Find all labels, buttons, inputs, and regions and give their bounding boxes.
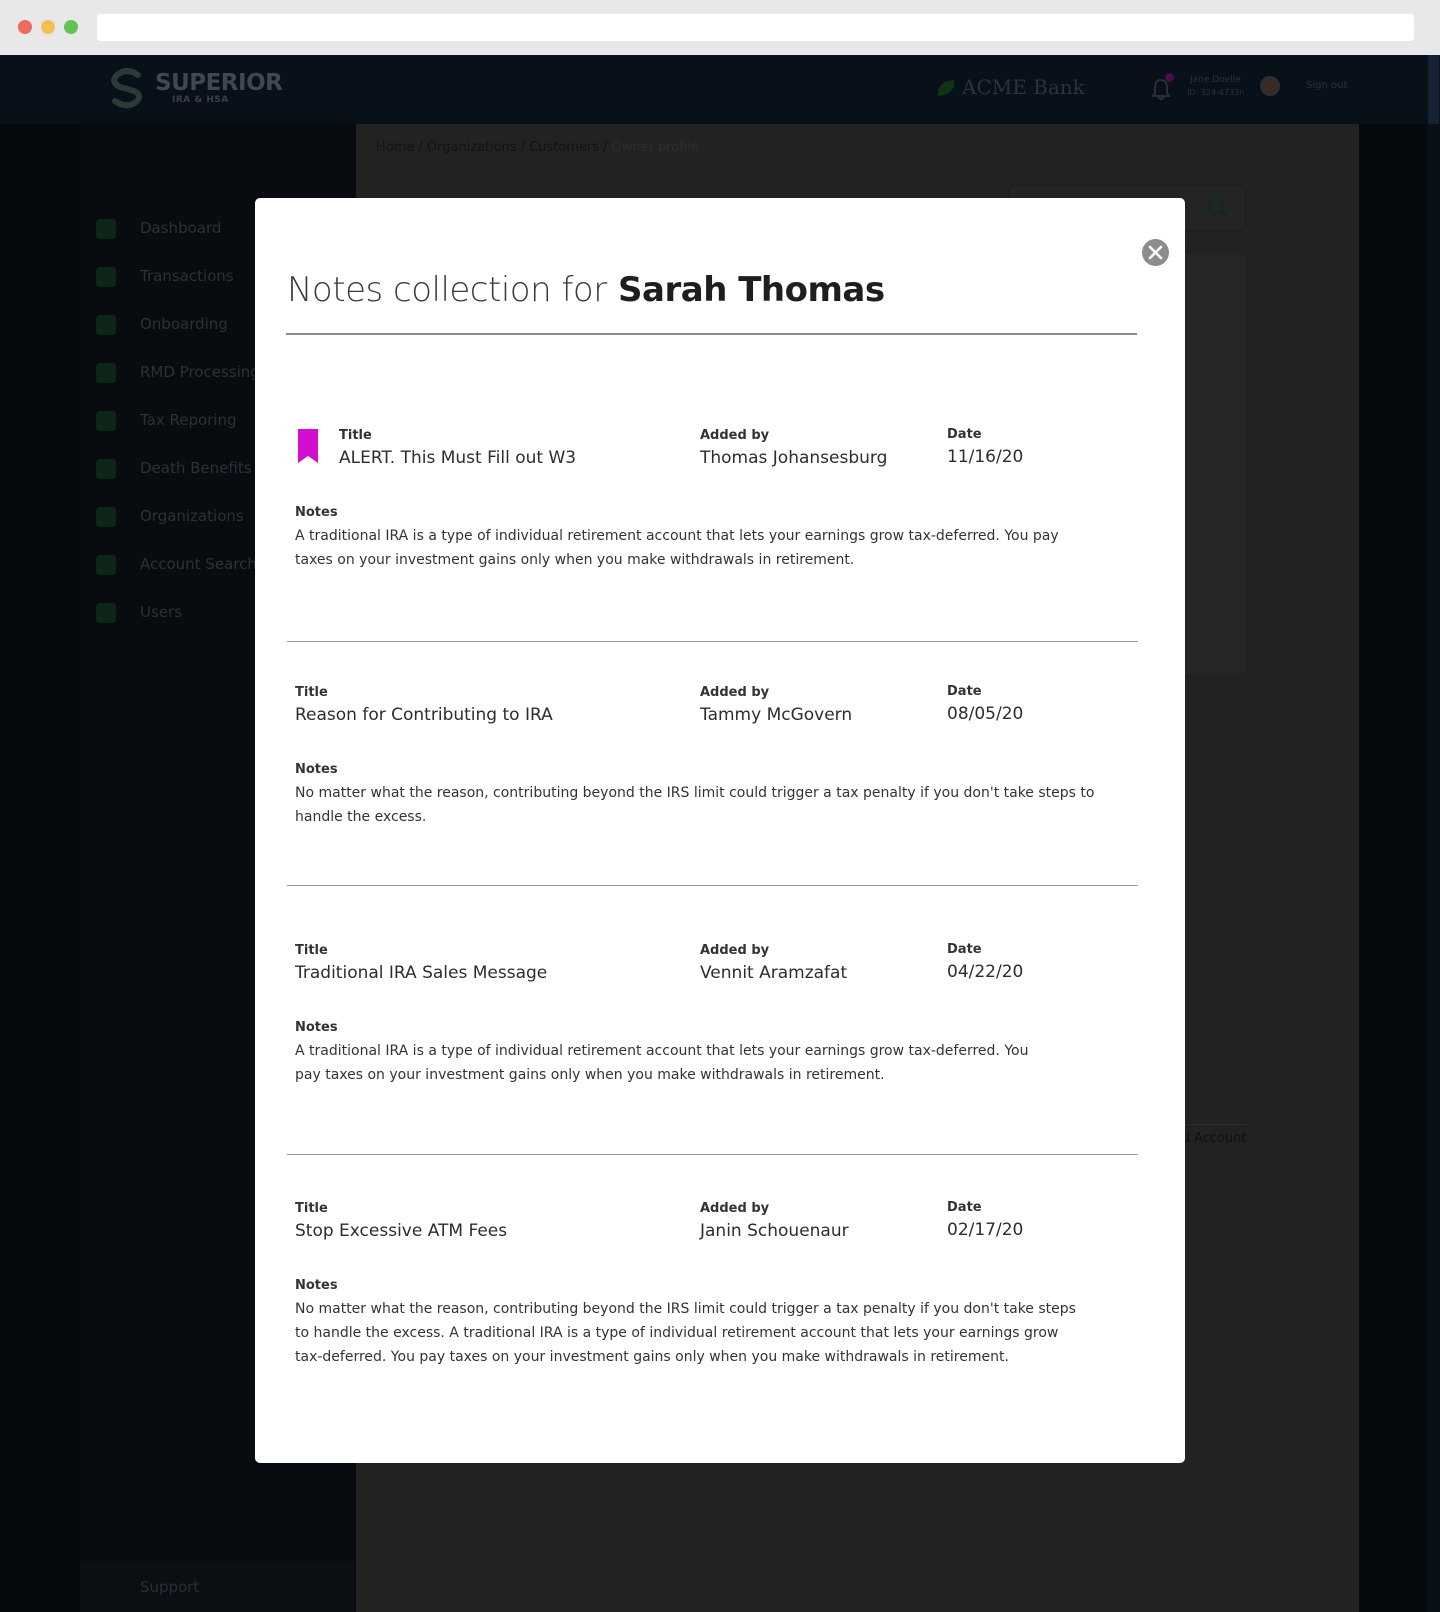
modal-title-prefix: Notes collection for bbox=[287, 270, 607, 310]
note-title: Reason for Contributing to IRA bbox=[295, 705, 553, 725]
browser-chrome bbox=[0, 0, 1440, 55]
added-by-label: Added by bbox=[700, 685, 770, 700]
note-added-by: Tammy McGovern bbox=[700, 705, 853, 725]
date-label: Date bbox=[947, 1200, 982, 1215]
added-by-label: Added by bbox=[700, 428, 770, 443]
note-date: 04/22/20 bbox=[947, 962, 1024, 982]
sidebar-item-label: Organizations bbox=[140, 507, 244, 525]
notes-label: Notes bbox=[295, 762, 338, 777]
note-added-by: Thomas Johansesburg bbox=[700, 448, 888, 468]
transfer-arrows-icon bbox=[96, 267, 116, 287]
title-label: Title bbox=[295, 685, 328, 700]
document-search-icon bbox=[96, 555, 116, 575]
logo-subtitle: IRA & HSA bbox=[172, 95, 229, 105]
window-minimize-dot[interactable] bbox=[41, 20, 55, 34]
title-label: Title bbox=[295, 1201, 328, 1216]
breadcrumb: Home / Organizations / Customers / Owner profi… bbox=[376, 140, 699, 155]
breadcrumb-separator: / bbox=[602, 140, 608, 155]
gears-icon bbox=[96, 507, 116, 527]
hands-icon bbox=[96, 459, 116, 479]
close-button[interactable] bbox=[1142, 239, 1169, 266]
breadcrumb-home[interactable]: Home bbox=[376, 140, 414, 155]
sidebar-item-label: Tax Reporing bbox=[140, 411, 237, 429]
notes-modal: Notes collection for Sarah Thomas Title … bbox=[255, 198, 1185, 1463]
sidebar-item-label: Onboarding bbox=[140, 315, 228, 333]
note-divider bbox=[287, 1154, 1138, 1155]
date-label: Date bbox=[947, 427, 982, 442]
note-body: A traditional IRA is a type of individua… bbox=[295, 528, 1059, 568]
note-body: No matter what the reason, contributing … bbox=[295, 1301, 1076, 1365]
bookmark-icon[interactable] bbox=[298, 429, 318, 463]
breadcrumb-separator: / bbox=[418, 140, 423, 155]
note-body: A traditional IRA is a type of individua… bbox=[295, 1043, 1029, 1083]
breadcrumb-current: Owner profile bbox=[611, 140, 700, 155]
date-label: Date bbox=[947, 942, 982, 957]
page-scrollbar[interactable] bbox=[1427, 55, 1440, 1612]
note-date: 08/05/20 bbox=[947, 704, 1024, 724]
add-account-link[interactable]: ld Account bbox=[1178, 1131, 1247, 1146]
superior-logo-icon bbox=[111, 68, 142, 109]
note-date: 11/16/20 bbox=[947, 447, 1024, 467]
calendar-icon bbox=[96, 363, 116, 383]
breadcrumb-customers[interactable]: Customers bbox=[529, 140, 599, 155]
window-maximize-dot[interactable] bbox=[64, 20, 78, 34]
note-title: Stop Excessive ATM Fees bbox=[295, 1221, 508, 1241]
notes-label: Notes bbox=[295, 505, 338, 520]
note-divider bbox=[287, 885, 1138, 886]
close-icon bbox=[1148, 245, 1163, 260]
trend-icon bbox=[96, 411, 116, 431]
sidebar-item-label: RMD Processing bbox=[140, 363, 260, 381]
sidebar-item-label: Users bbox=[140, 603, 183, 621]
support-label: Support bbox=[140, 1578, 200, 1596]
breadcrumb-organizations[interactable]: Organizations bbox=[427, 140, 517, 155]
top-bar: SUPERIOR IRA & HSA ACME Bank Jane Doelle… bbox=[0, 55, 1440, 124]
bank-icon bbox=[96, 315, 116, 335]
sidebar-item-label: Death Benefits bbox=[140, 459, 252, 477]
user-id: ID: 324-4733n bbox=[1187, 88, 1245, 97]
user-icon bbox=[96, 603, 116, 623]
sign-out-link[interactable]: Sign out bbox=[1306, 80, 1347, 91]
note-title: Traditional IRA Sales Message bbox=[295, 963, 548, 983]
added-by-label: Added by bbox=[700, 1201, 770, 1216]
title-label: Title bbox=[295, 943, 328, 958]
bank-name: ACME Bank bbox=[962, 75, 1085, 99]
note-date: 02/17/20 bbox=[947, 1220, 1024, 1240]
logo-name: SUPERIOR bbox=[155, 70, 283, 96]
sidebar-item-label: Transactions bbox=[140, 267, 234, 285]
note-body: No matter what the reason, contributing … bbox=[295, 785, 1095, 825]
avatar[interactable] bbox=[1260, 76, 1280, 96]
dashboard-icon bbox=[96, 219, 116, 239]
notification-badge bbox=[1165, 73, 1174, 82]
breadcrumb-separator: / bbox=[520, 140, 526, 155]
notes-label: Notes bbox=[295, 1278, 338, 1293]
window-close-dot[interactable] bbox=[18, 20, 32, 34]
date-label: Date bbox=[947, 684, 982, 699]
scrollbar-thumb[interactable] bbox=[1428, 55, 1439, 124]
note-divider bbox=[287, 641, 1138, 642]
sidebar-item-support[interactable]: Support bbox=[80, 1562, 355, 1612]
note-title: ALERT. This Must Fill out W3 bbox=[339, 448, 577, 468]
note-added-by: Vennit Aramzafat bbox=[700, 963, 848, 983]
customer-name: Sarah Thomas bbox=[618, 270, 885, 310]
title-label: Title bbox=[339, 428, 372, 443]
note-added-by: Janin Schouenaur bbox=[700, 1221, 849, 1241]
user-name: Jane Doelle bbox=[1190, 75, 1241, 85]
notes-label: Notes bbox=[295, 1020, 338, 1035]
search-icon[interactable] bbox=[1206, 196, 1230, 220]
modal-title: Notes collection for Sarah Thomas bbox=[287, 270, 885, 310]
address-bar[interactable] bbox=[97, 14, 1414, 41]
sidebar-item-label: Dashboard bbox=[140, 219, 222, 237]
acme-bank-logo-icon bbox=[937, 80, 955, 96]
added-by-label: Added by bbox=[700, 943, 770, 958]
sidebar-item-label: Account Search bbox=[140, 555, 257, 573]
title-divider bbox=[286, 333, 1137, 335]
